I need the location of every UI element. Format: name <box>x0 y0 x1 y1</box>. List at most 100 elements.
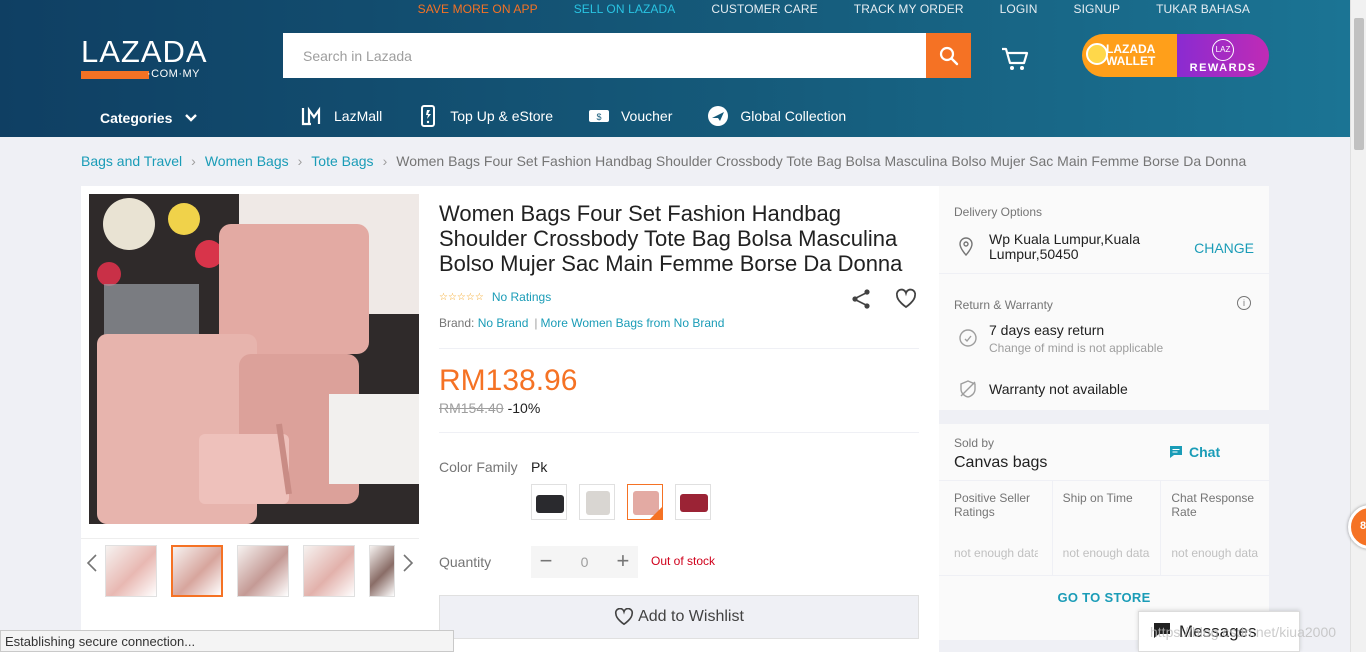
quantity-label: Quantity <box>439 554 492 570</box>
nav-lazmall[interactable]: LazMall <box>300 105 382 127</box>
chat-button[interactable]: Chat <box>1169 444 1220 460</box>
tukar-bahasa-link[interactable]: TUKAR BAHASA <box>1138 0 1268 18</box>
return-title: 7 days easy return <box>989 322 1105 338</box>
nav-global-collection[interactable]: Global Collection <box>706 105 846 127</box>
brand-row: Brand: No Brand | More Women Bags from No … <box>439 316 724 330</box>
seller-panel: Sold by Canvas bags Chat Positive Seller… <box>939 424 1269 640</box>
ratings-link[interactable]: No Ratings <box>492 290 551 304</box>
product-price: RM138.96 <box>439 364 578 397</box>
save-more-on-app-link[interactable]: SAVE MORE ON APP <box>400 0 556 18</box>
side-panel: Delivery Options Wp Kuala Lumpur,Kuala L… <box>939 186 1269 640</box>
swatch-black-image <box>532 485 566 519</box>
search-button[interactable] <box>926 33 971 78</box>
scrollbar-thumb[interactable] <box>1354 18 1364 150</box>
delivery-address: Wp Kuala Lumpur,Kuala Lumpur,50450 <box>989 231 1140 262</box>
breadcrumb-women-bags[interactable]: Women Bags <box>205 153 289 169</box>
delivery-location: Wp Kuala Lumpur,Kuala Lumpur,50450 CHANG… <box>954 232 1254 272</box>
nav-top-up-label: Top Up & eStore <box>450 108 553 124</box>
breadcrumb: Bags and Travel › Women Bags › Tote Bags… <box>81 153 1246 169</box>
heart-icon[interactable] <box>895 288 917 310</box>
heart-icon <box>615 608 634 626</box>
page-scrollbar[interactable] <box>1350 0 1366 652</box>
metric-label: Positive Seller Ratings <box>954 491 1031 519</box>
thumbnail-1[interactable] <box>105 545 157 597</box>
color-swatch-pink[interactable] <box>627 484 663 520</box>
breadcrumb-bags-and-travel[interactable]: Bags and Travel <box>81 153 182 169</box>
login-link[interactable]: LOGIN <box>982 0 1056 18</box>
nav-voucher-label: Voucher <box>620 108 673 124</box>
nav-global-label: Global Collection <box>740 108 847 124</box>
return-warranty-label: Return & Warranty <box>954 298 1053 312</box>
thumbnail-2[interactable] <box>171 545 223 597</box>
cart-button[interactable] <box>1000 44 1030 74</box>
metric-value: not enough data <box>1062 546 1150 560</box>
browser-status-bar: Establishing secure connection... <box>0 630 454 652</box>
location-pin-icon <box>959 237 973 256</box>
seller-name[interactable]: Canvas bags <box>954 454 1047 472</box>
nav-top-up-estore[interactable]: Top Up & eStore <box>416 105 553 127</box>
product-main-image[interactable] <box>89 194 419 524</box>
categories-dropdown[interactable]: Categories <box>100 110 198 126</box>
color-family-value: Pk <box>531 459 548 475</box>
quantity-value[interactable]: 0 <box>581 554 589 570</box>
color-swatch-grey[interactable] <box>579 484 615 520</box>
add-to-wishlist-button[interactable]: Add to Wishlist <box>439 595 919 639</box>
metric-value: not enough data <box>1171 546 1259 560</box>
lazada-logo[interactable]: LAZADA ·COM·MY <box>81 36 209 82</box>
share-icon[interactable] <box>850 288 872 310</box>
go-to-store-button[interactable]: GO TO STORE <box>939 590 1269 605</box>
breadcrumb-tote-bags[interactable]: Tote Bags <box>311 153 373 169</box>
wishlist-label: Add to Wishlist <box>638 608 744 625</box>
swatch-pink-image <box>628 485 662 519</box>
info-icon[interactable]: i <box>1237 296 1251 310</box>
logo-bar <box>81 71 149 79</box>
more-from-brand-link[interactable]: More Women Bags from No Brand <box>541 316 725 330</box>
watermark: https://blog.csdn.net/kiua2000 <box>1150 624 1337 640</box>
thumbnail-4[interactable] <box>303 545 355 597</box>
divider <box>439 432 919 433</box>
plane-icon <box>706 105 730 127</box>
increase-button[interactable]: + <box>615 550 631 572</box>
laz-rewards-badge: LAZ REWARDS <box>1177 34 1269 77</box>
chevron-right-icon: › <box>191 153 196 169</box>
lazada-wallet-badge: LAZADA WALLET <box>1082 34 1177 77</box>
nav-voucher[interactable]: $ Voucher <box>587 105 672 127</box>
chevron-left-icon[interactable] <box>85 553 99 573</box>
thumbnail-3[interactable] <box>237 545 289 597</box>
logo-domain: ·COM·MY <box>147 68 200 80</box>
chevron-right-icon[interactable] <box>401 553 415 573</box>
color-swatch-wine[interactable] <box>675 484 711 520</box>
cart-icon <box>1002 47 1029 70</box>
change-address-button[interactable]: CHANGE <box>1194 240 1254 256</box>
divider <box>939 273 1269 274</box>
thumbnail-strip <box>81 538 419 598</box>
color-swatches <box>531 484 711 520</box>
chevron-down-icon <box>185 114 198 122</box>
stock-status: Out of stock <box>651 554 716 568</box>
signup-link[interactable]: SIGNUP <box>1056 0 1139 18</box>
wallet-rewards-banner[interactable]: LAZADA WALLET LAZ REWARDS <box>1082 34 1269 77</box>
return-icon <box>959 329 977 347</box>
metric-ship-on-time: Ship on Time not enough data <box>1053 481 1162 575</box>
decrease-button[interactable]: − <box>538 550 554 572</box>
swatch-grey-image <box>580 485 614 519</box>
search-input[interactable] <box>283 33 926 78</box>
rating-stars: ☆☆☆☆☆ <box>439 291 484 303</box>
top-nav: SAVE MORE ON APP SELL ON LAZADA CUSTOMER… <box>400 0 1268 18</box>
category-bar: Categories LazMall Top Up & eStore $ Vou… <box>0 100 1350 134</box>
search-icon <box>939 46 958 65</box>
swatch-wine-image <box>676 485 710 519</box>
product-title: Women Bags Four Set Fashion Handbag Shou… <box>439 201 903 276</box>
discount-badge: -10% <box>507 400 541 416</box>
track-my-order-link[interactable]: TRACK MY ORDER <box>836 0 982 18</box>
chevron-right-icon: › <box>297 153 303 169</box>
metric-label: Chat Response Rate <box>1171 491 1255 519</box>
search-bar <box>283 33 971 78</box>
product-rating: ☆☆☆☆☆ No Ratings <box>439 290 551 304</box>
sell-on-lazada-link[interactable]: SELL ON LAZADA <box>556 0 694 18</box>
customer-care-link[interactable]: CUSTOMER CARE <box>693 0 835 18</box>
brand-link[interactable]: No Brand <box>478 316 529 330</box>
color-swatch-black[interactable] <box>531 484 567 520</box>
thumbnail-5[interactable] <box>369 545 395 597</box>
original-price-row: RM154.40 -10% <box>439 400 540 416</box>
